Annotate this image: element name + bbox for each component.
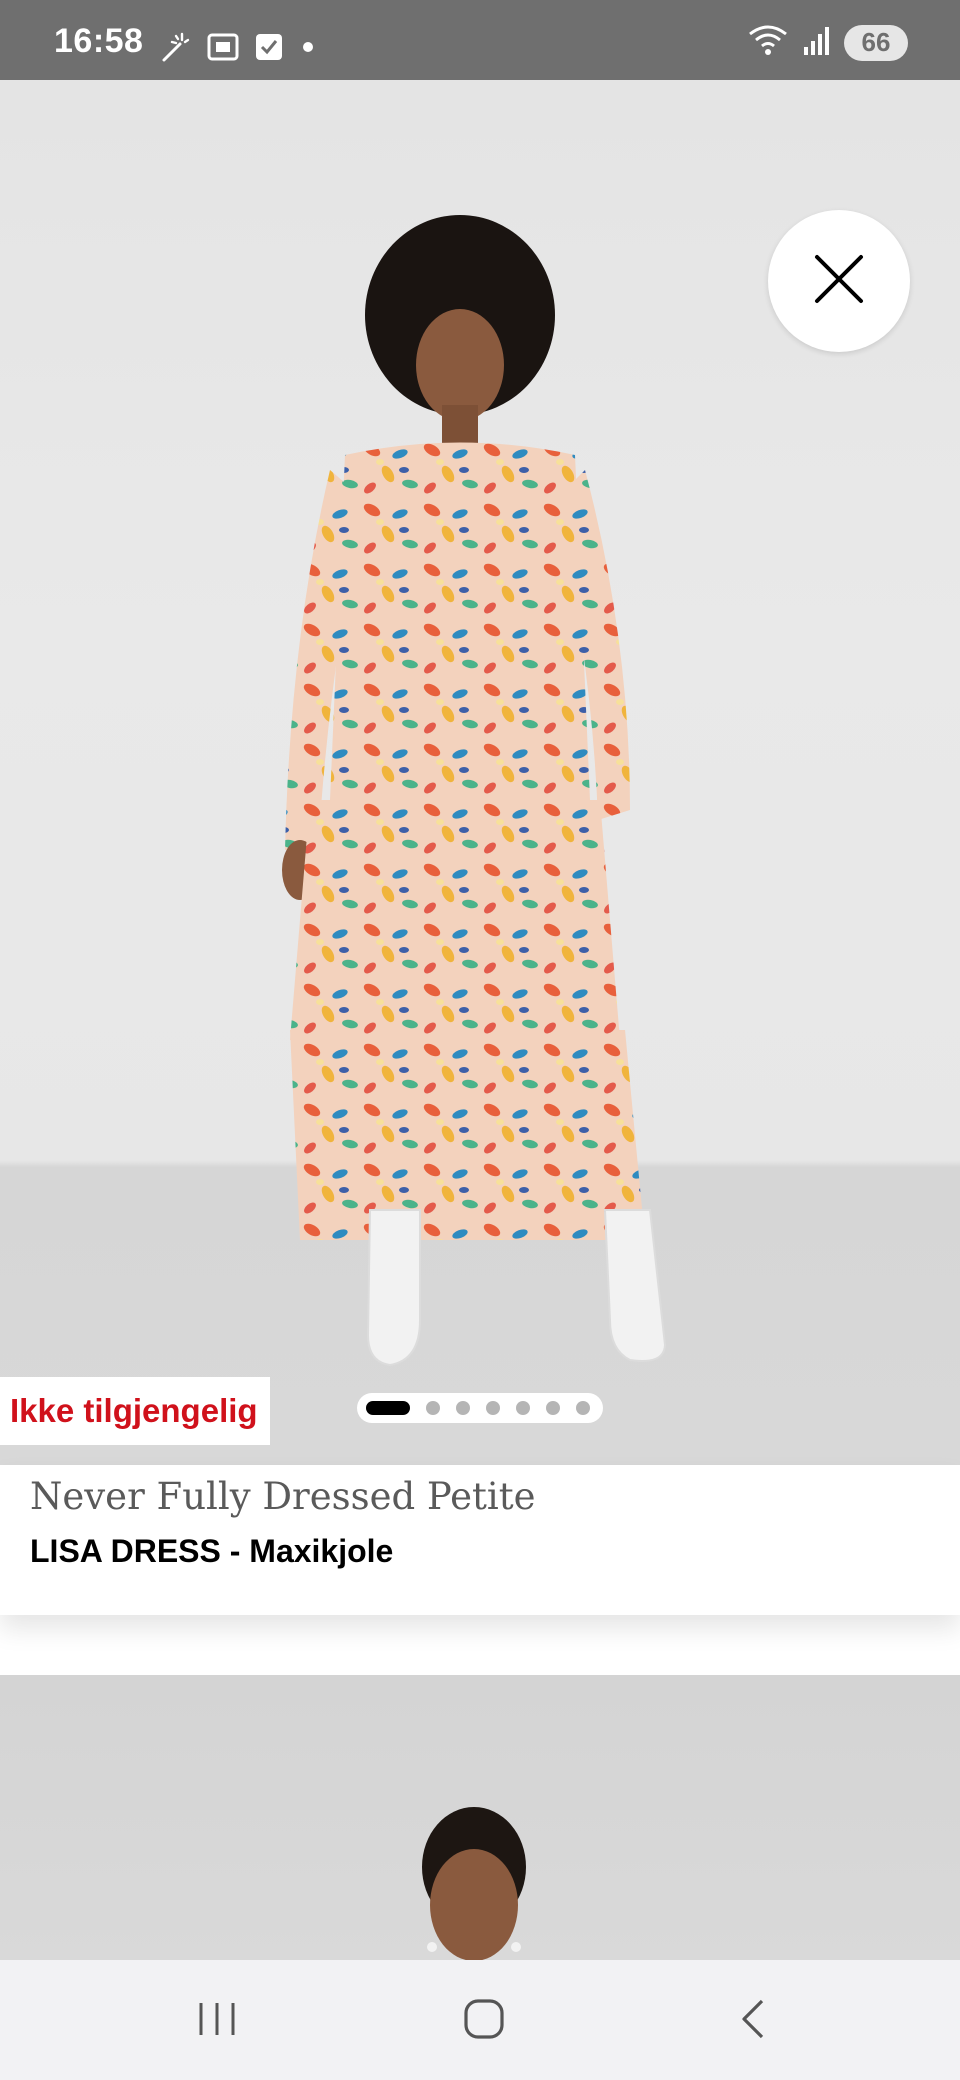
image-carousel-indicator[interactable] [357,1393,603,1423]
home-icon [462,1997,506,2046]
product-info[interactable]: Never Fully Dressed Petite LISA DRESS - … [0,1465,960,1615]
carousel-dot-active[interactable] [366,1401,410,1415]
status-time: 16:58 [54,22,144,60]
signal-icon [802,23,832,62]
close-button[interactable] [768,210,910,352]
brand-name: Never Fully Dressed Petite [30,1475,536,1518]
screenshot-icon [206,30,240,69]
recent-apps-button[interactable] [172,1986,262,2056]
carousel-dot[interactable] [516,1401,530,1415]
home-button[interactable] [439,1986,529,2056]
close-icon [813,253,865,310]
next-product-image[interactable] [0,1675,960,1960]
magic-wand-icon [158,30,192,69]
carousel-dot[interactable] [576,1401,590,1415]
status-bar: 16:58 66 [0,0,960,80]
navigation-bar [0,1960,960,2080]
status-icons-right: 66 [746,22,908,63]
screen: 16:58 66 Ikke tilgjengelig Never Fully D… [0,0,960,2080]
back-icon [738,1997,768,2046]
product-image[interactable] [0,80,960,1465]
carousel-dot[interactable] [456,1401,470,1415]
carousel-dot[interactable] [486,1401,500,1415]
dot-icon [298,37,318,62]
status-icons-left [158,30,318,69]
checkbox-icon [254,32,284,67]
battery-icon: 66 [844,24,908,61]
carousel-dot[interactable] [546,1401,560,1415]
product-name: LISA DRESS - Maxikjole [30,1533,394,1569]
recent-apps-icon [195,1999,239,2044]
carousel-dot[interactable] [426,1401,440,1415]
availability-badge: Ikke tilgjengelig [0,1377,270,1445]
back-button[interactable] [708,1986,798,2056]
wifi-icon [746,22,790,63]
next-product-photo [422,1807,526,1960]
